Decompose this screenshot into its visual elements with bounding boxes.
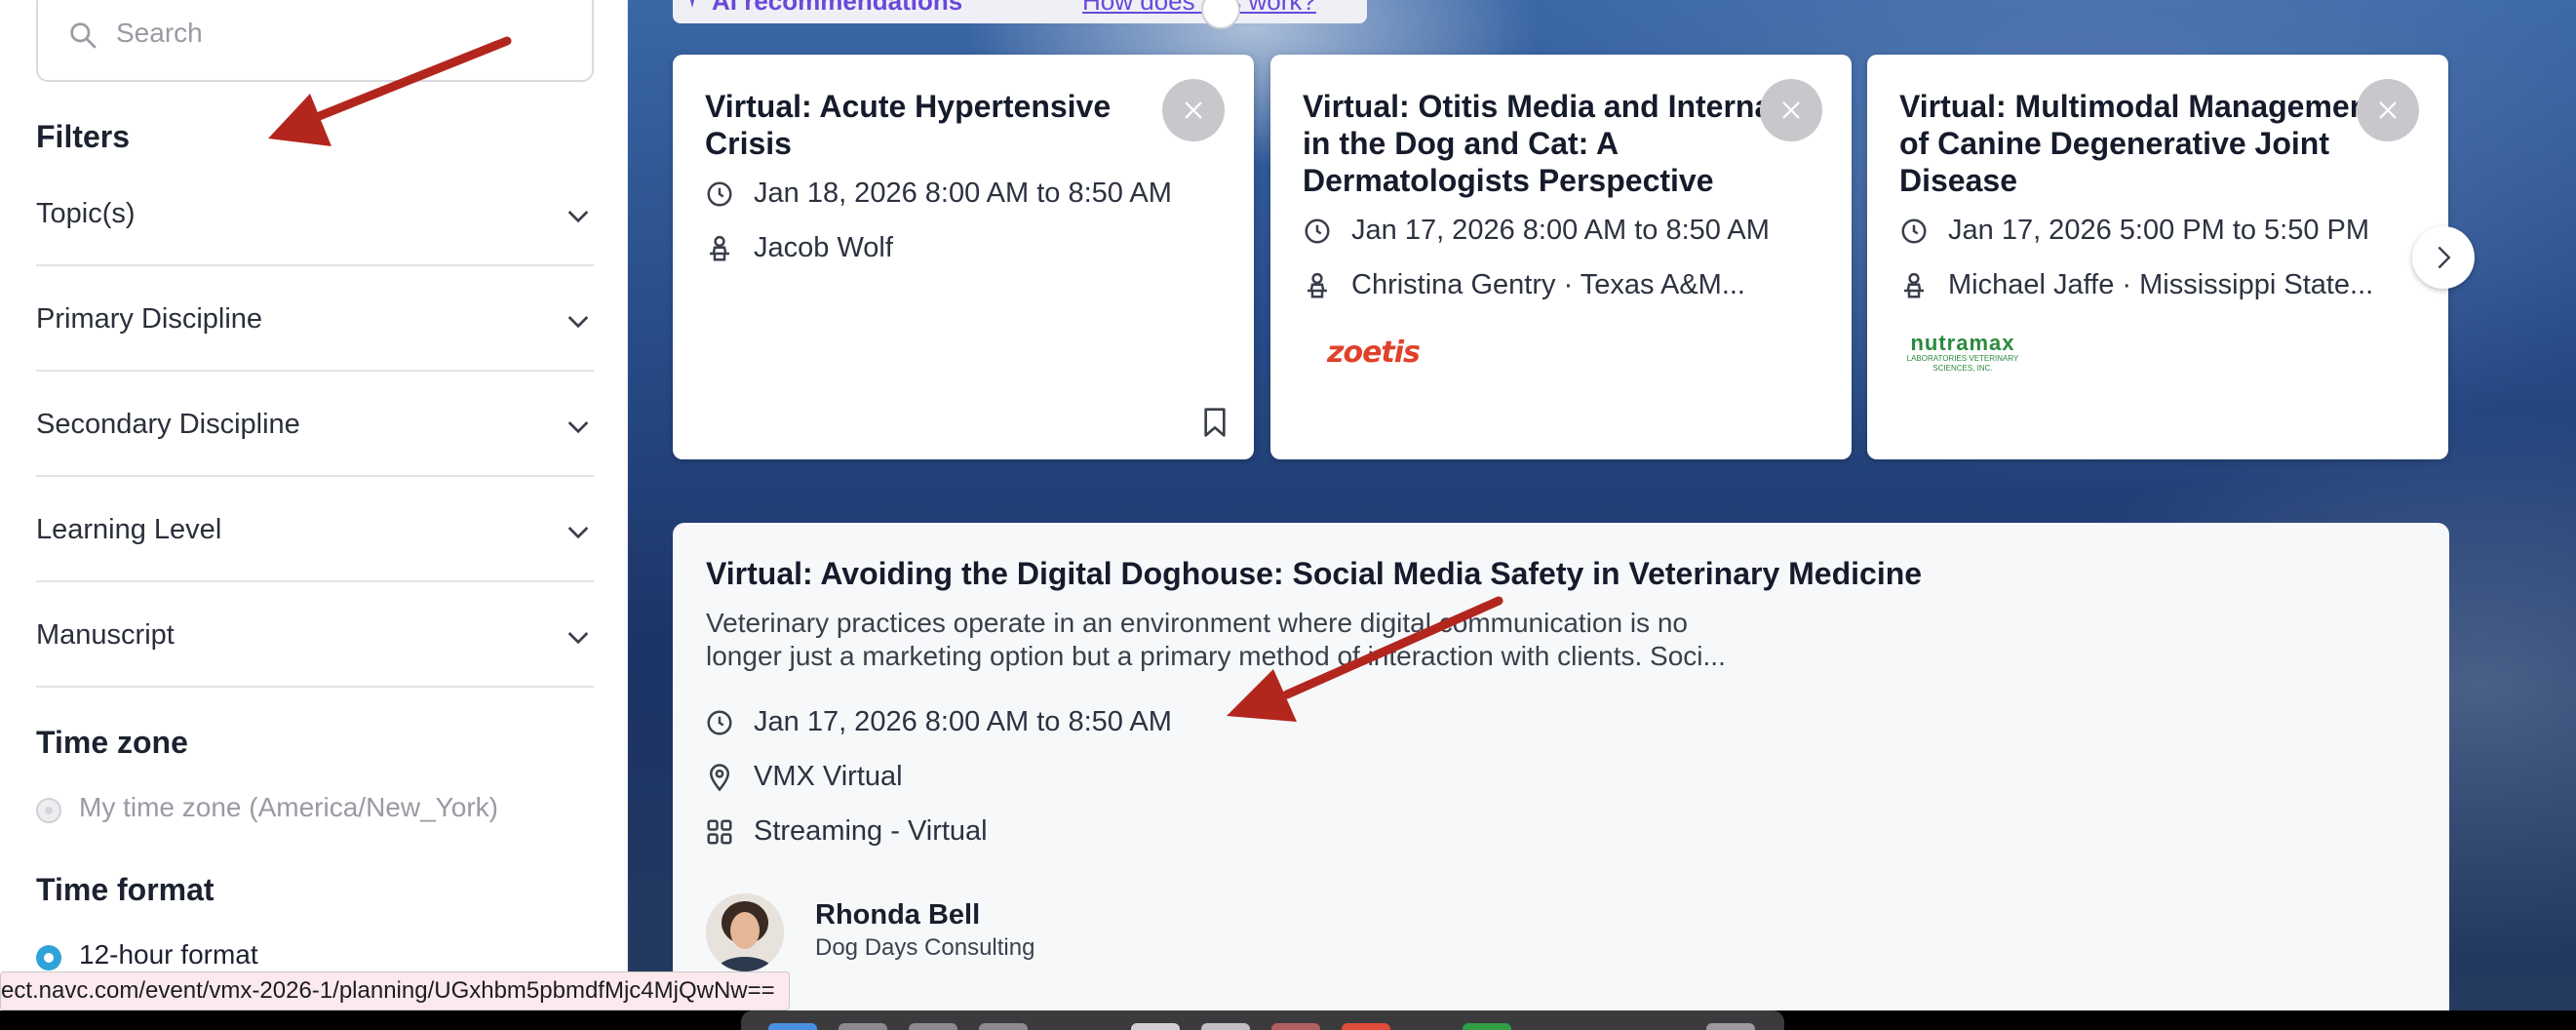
speaker-name[interactable]: Rhonda Bell — [815, 899, 980, 931]
session-card[interactable]: Virtual: Otitis Media and Interna in the… — [1270, 55, 1852, 459]
close-icon — [1782, 101, 1800, 119]
filter-topics[interactable]: Topic(s) — [36, 161, 594, 266]
speaker-organization: Dog Days Consulting — [815, 934, 1035, 961]
timezone-option-label: My time zone (America/New_York) — [79, 792, 498, 822]
dock-app-icon[interactable] — [1463, 1023, 1511, 1030]
search-input[interactable]: Search — [36, 0, 594, 82]
avatar — [706, 893, 784, 971]
close-icon — [2379, 101, 2397, 119]
location-text: VMX Virtual — [754, 761, 903, 792]
dismiss-button[interactable] — [1760, 79, 1822, 141]
radio-button[interactable] — [36, 945, 61, 971]
how-it-works-link[interactable]: How does this work? — [1082, 0, 1316, 17]
dismiss-button[interactable] — [2357, 79, 2419, 141]
datetime-text: Jan 18, 2026 8:00 AM to 8:50 AM — [754, 178, 1172, 209]
dock-app-icon[interactable] — [1706, 1023, 1755, 1030]
filter-manuscript[interactable]: Manuscript — [36, 582, 594, 688]
dock-app-icon[interactable] — [1201, 1023, 1250, 1030]
filter-secondary-discipline[interactable]: Secondary Discipline — [36, 372, 594, 477]
speaker-icon — [1308, 272, 1327, 298]
ai-recommendations-chip: AI recommendations How does this work? — [673, 0, 1367, 29]
datetime-text: Jan 17, 2026 8:00 AM to 8:50 AM — [1351, 215, 1770, 246]
radio-button[interactable] — [36, 798, 61, 823]
description-line: Veterinary practices operate in an envir… — [706, 608, 1688, 638]
chevron-right-icon — [2438, 246, 2451, 269]
nutramax-subtext: LABORATORIES VETERINARY SCIENCES, INC. — [1906, 354, 2019, 373]
speaker-icon — [1904, 272, 1924, 298]
card-title[interactable]: Virtual: Otitis Media and Interna in the… — [1303, 88, 1800, 199]
timeformat-heading: Time format — [36, 872, 215, 907]
sponsor-logo-zoetis: zoetis — [1327, 336, 1421, 370]
chevron-down-icon — [567, 316, 589, 329]
session-listing[interactable]: Virtual: Avoiding the Digital Doghouse: … — [673, 523, 2449, 1030]
dock-app-icon[interactable] — [768, 1023, 817, 1030]
chevron-down-icon — [567, 527, 589, 539]
timeformat-option-label: 12-hour format — [79, 939, 258, 970]
speaker-text: Michael Jaffe · Mississippi State... — [1948, 269, 2374, 300]
search-placeholder: Search — [116, 18, 203, 48]
format-text: Streaming - Virtual — [754, 815, 988, 847]
grid-icon — [707, 819, 732, 845]
datetime-text: Jan 17, 2026 8:00 AM to 8:50 AM — [754, 706, 1172, 737]
ai-recommendations-label: AI recommendations — [712, 0, 963, 16]
session-description: Veterinary practices operate in an envir… — [706, 607, 1876, 673]
sponsor-logo-nutramax: nutramax LABORATORIES VETERINARY SCIENCE… — [1899, 333, 2026, 374]
speaker-text: Christina Gentry · Texas A&M... — [1351, 269, 1745, 300]
session-title[interactable]: Virtual: Avoiding the Digital Doghouse: … — [706, 556, 1922, 592]
clock-icon — [707, 710, 732, 735]
speaker-text: Jacob Wolf — [754, 232, 893, 263]
session-card[interactable]: Virtual: Acute Hypertensive Crisis Jan 1… — [673, 55, 1254, 459]
dock-app-icon[interactable] — [1342, 1023, 1390, 1030]
search-icon — [70, 22, 97, 49]
filter-label: Learning Level — [36, 514, 222, 545]
dismiss-button[interactable] — [1162, 79, 1225, 141]
bookmark-icon[interactable] — [1201, 407, 1229, 438]
filter-label: Manuscript — [36, 619, 175, 651]
carousel-next-button[interactable] — [2412, 226, 2475, 289]
chevron-down-icon — [567, 632, 589, 645]
nutramax-wordmark: nutramax — [1910, 331, 2015, 355]
card-title[interactable]: Virtual: Multimodal Management of Canine… — [1899, 88, 2397, 199]
session-card[interactable]: Virtual: Multimodal Management of Canine… — [1867, 55, 2448, 459]
clock-icon — [707, 181, 732, 207]
speaker-photo — [706, 893, 784, 971]
dock-app-icon[interactable] — [1271, 1023, 1320, 1030]
dock — [741, 1010, 1784, 1030]
clock-icon — [1305, 218, 1330, 244]
filter-label: Primary Discipline — [36, 303, 263, 335]
datetime-text: Jan 17, 2026 5:00 PM to 5:50 PM — [1948, 215, 2370, 246]
dock-app-icon[interactable] — [1131, 1023, 1180, 1030]
dock-app-icon[interactable] — [909, 1023, 957, 1030]
dock-app-icon[interactable] — [839, 1023, 887, 1030]
filters-heading: Filters — [36, 119, 131, 154]
filter-label: Topic(s) — [36, 198, 136, 229]
dock-app-icon[interactable] — [979, 1023, 1028, 1030]
filter-learning-level[interactable]: Learning Level — [36, 477, 594, 582]
filter-primary-discipline[interactable]: Primary Discipline — [36, 266, 594, 372]
close-icon — [1185, 101, 1202, 119]
filters-sidebar: Search Filters Topic(s) Primary Discipli… — [0, 0, 628, 1010]
description-line: longer just a marketing option but a pri… — [706, 641, 1726, 671]
speaker-icon — [710, 235, 729, 261]
location-icon — [709, 764, 730, 792]
card-title[interactable]: Virtual: Acute Hypertensive Crisis — [705, 88, 1202, 162]
sparkle-icon — [690, 0, 694, 8]
clock-icon — [1901, 218, 1927, 244]
chevron-down-icon — [567, 211, 589, 223]
chevron-down-icon — [567, 421, 589, 434]
status-bar-url: ect.navc.com/event/vmx-2026-1/planning/U… — [0, 971, 790, 1010]
filter-label: Secondary Discipline — [36, 409, 300, 440]
timezone-heading: Time zone — [36, 725, 188, 760]
